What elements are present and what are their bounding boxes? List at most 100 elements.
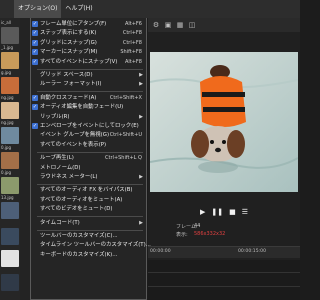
menu-options[interactable]: オプション(O): [14, 0, 62, 18]
menu-item-label: マーカーにスナップ(M): [40, 49, 98, 56]
checkmark-icon: ✓: [32, 104, 38, 111]
menu-item[interactable]: ✓ 自動クロスフェード(A) Ctrl+Shift+X: [31, 94, 146, 102]
menu-item-label: メトロノーム(D): [40, 164, 81, 171]
menu-bar: オプション(O) ヘルプ(H): [0, 0, 300, 18]
media-thumbnail[interactable]: [1, 250, 19, 267]
submenu-arrow-icon: ▶: [139, 72, 143, 78]
video-preview-frame: [150, 52, 298, 192]
menu-item-shortcut: Alt+F8: [124, 58, 142, 65]
track-divider: [148, 272, 300, 273]
menu-item[interactable]: すべてのオーディオをミュート(A): [31, 196, 146, 204]
menu-item[interactable]: ✓ ステップ表示にする(K) Ctrl+F8: [31, 29, 146, 37]
menu-item-label: イベント グループを無視(G): [40, 132, 110, 139]
menu-separator: [37, 151, 143, 153]
menu-item-shortcut: Ctrl+F8: [122, 39, 142, 46]
dog-in-pool-image: [150, 52, 298, 192]
menu-item-label: 自動クロスフェード(A): [40, 94, 97, 101]
menu-item[interactable]: ✓ すべてのイベントにスナップ(V) Alt+F8: [31, 58, 146, 66]
media-thumbnail[interactable]: [1, 177, 19, 194]
menu-item[interactable]: すべてのビデオをミュート(D): [31, 205, 146, 213]
menu-item[interactable]: タイムライン ツールバーのカスタマイズ(T)...: [31, 241, 151, 249]
menu-item-label: グリッドにスナップ(G): [40, 39, 97, 46]
thumb-label: 0.jpg: [1, 170, 12, 175]
media-thumbnail[interactable]: [1, 27, 19, 44]
menu-icon[interactable]: ☰: [242, 206, 248, 218]
menu-item-shortcut: Alt+F6: [124, 21, 142, 27]
media-thumbnail-strip: ic_all _1.jpg g.jpg ng.jpg ng.jpg 0.jpg …: [0, 18, 20, 300]
options-dropdown-menu: ✓ フレーム単位にアタンプ(F) Alt+F6 ✓ ステップ表示にする(K) Ctrl+F…: [30, 18, 151, 300]
menu-item[interactable]: ✓ オーディオ編集を自動フェード(U): [31, 103, 146, 111]
timeline-ruler[interactable]: 00:00:00 00:00:15:00: [148, 246, 300, 258]
thumb-label: _1.jpg: [1, 45, 14, 50]
menu-item[interactable]: イベント グループを無視(G) Ctrl+Shift+U: [31, 131, 146, 139]
menu-item-label: キーボードのカスタマイズ(K)...: [40, 251, 118, 258]
menu-item[interactable]: ルーラー フォーマット(I) ▶: [31, 80, 146, 88]
menu-item-shortcut: Ctrl+Shift+X: [109, 94, 142, 101]
copy-icon[interactable]: ▣: [164, 21, 172, 29]
media-thumbnail[interactable]: [1, 52, 19, 69]
grid-icon[interactable]: ▦: [176, 21, 184, 29]
menu-item[interactable]: すべてのオーディオ FX をバイパス(B): [31, 186, 146, 194]
thumb-label: ng.jpg: [1, 95, 14, 100]
menu-item-label: すべてのオーディオ FX をバイパス(B): [40, 187, 133, 194]
thumb-label: ng.jpg: [1, 120, 14, 125]
menu-item[interactable]: グリッド スペース(D) ▶: [31, 71, 146, 79]
preview-toolbar: ⚙ ▣ ▦ ◫: [148, 18, 300, 32]
checkmark-icon: ✓: [32, 21, 38, 27]
menu-separator: [37, 183, 143, 185]
menu-item-label: すべてのイベントを表示(P): [40, 141, 107, 148]
pause-icon[interactable]: ❚❚: [211, 206, 223, 218]
menu-item-label: すべてのイベントにスナップ(V): [40, 58, 118, 65]
menu-help[interactable]: ヘルプ(H): [61, 0, 96, 18]
menu-separator: [37, 91, 143, 93]
menu-item-label: グリッド スペース(D): [40, 72, 93, 78]
menu-item[interactable]: ツールバーのカスタマイズ(C)...: [31, 232, 146, 240]
checkmark-icon: ✓: [32, 49, 38, 56]
overlay-icon[interactable]: ◫: [188, 21, 196, 29]
video-preview-panel: ⚙ ▣ ▦ ◫ ▶ ❚❚ ■ ☰ フレーム: 44 表示: 586x332x32…: [148, 18, 300, 300]
media-thumbnail[interactable]: [1, 228, 19, 245]
menu-item[interactable]: すべてのイベントを表示(P): [31, 141, 146, 149]
menu-item-label: フレーム単位にアタンプ(F): [40, 21, 107, 27]
menu-item[interactable]: リップル(R) ▶: [31, 113, 146, 121]
submenu-arrow-icon: ▶: [139, 174, 143, 180]
media-thumbnail[interactable]: [1, 274, 19, 291]
menu-item-shortcut: Shift+F8: [120, 49, 142, 56]
submenu-arrow-icon: ▶: [139, 81, 143, 88]
menu-item[interactable]: タイムコード(T) ▶: [31, 219, 146, 227]
menu-item-shortcut: Ctrl+Shift+L Q: [105, 155, 142, 162]
stop-icon[interactable]: ■: [229, 206, 236, 218]
menu-item[interactable]: ループ再生(L) Ctrl+Shift+L Q: [31, 154, 146, 162]
submenu-arrow-icon: ▶: [139, 113, 143, 120]
media-thumbnail[interactable]: [1, 152, 19, 169]
preview-info: フレーム: 44 表示: 586x332x32: [148, 221, 300, 241]
menu-item[interactable]: ✓ フレーム単位にアタンプ(F) Alt+F6: [31, 20, 146, 28]
media-thumbnail[interactable]: [1, 77, 19, 94]
checkmark-icon: ✓: [32, 39, 38, 46]
checkmark-icon: ✓: [32, 58, 38, 65]
thumb-label: 13.jpg: [1, 195, 14, 200]
menu-item[interactable]: ✓ グリッドにスナップ(G) Ctrl+F8: [31, 39, 146, 47]
timeline-tracks[interactable]: [148, 260, 300, 300]
menu-item[interactable]: ✓ エンベロープをイベントにしてロック(E): [31, 122, 146, 130]
menu-item-label: すべてのビデオをミュート(D): [40, 206, 113, 213]
checkmark-icon: ✓: [32, 123, 38, 129]
settings-icon[interactable]: ⚙: [152, 21, 160, 29]
media-thumbnail[interactable]: [1, 127, 19, 144]
menu-item[interactable]: ラウドネス メーター(L) ▶: [31, 173, 146, 181]
menu-item[interactable]: キーボードのカスタマイズ(K)...: [31, 251, 146, 259]
menu-item-label: オーディオ編集を自動フェード(U): [40, 104, 124, 111]
playback-controls: ▶ ❚❚ ■ ☰: [148, 206, 300, 218]
media-thumbnail[interactable]: [1, 202, 19, 219]
menu-item[interactable]: メトロノーム(D): [31, 164, 146, 172]
menu-item-shortcut: Ctrl+Shift+U: [109, 132, 142, 139]
menu-item-shortcut: Ctrl+F8: [122, 30, 142, 37]
display-label: 表示:: [176, 232, 188, 238]
media-thumbnail[interactable]: [1, 102, 19, 119]
tool-icon-column: [20, 18, 30, 300]
play-icon[interactable]: ▶: [200, 206, 205, 218]
checkmark-icon: ✓: [32, 94, 38, 101]
menu-item[interactable]: ✓ マーカーにスナップ(M) Shift+F8: [31, 48, 146, 56]
menu-item-label: タイムライン ツールバーのカスタマイズ(T)...: [40, 242, 151, 249]
menu-separator: [37, 216, 143, 218]
